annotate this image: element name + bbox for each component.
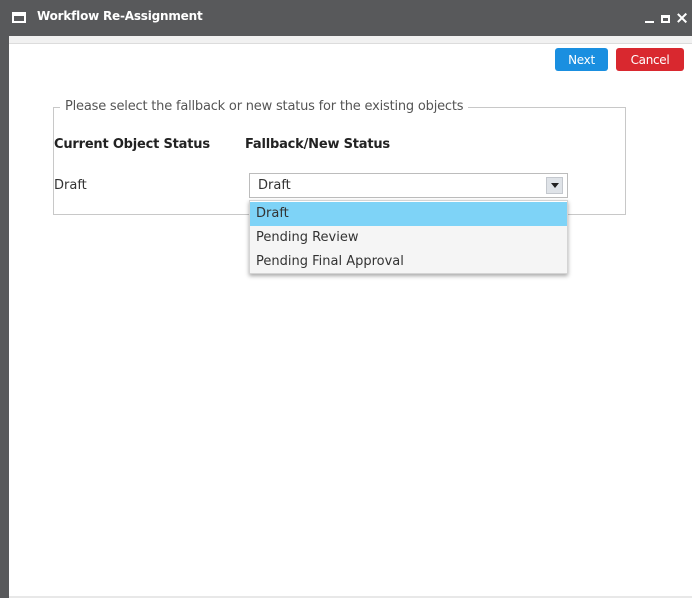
new-status-header: Fallback/New Status xyxy=(245,137,390,152)
title-bar[interactable]: Workflow Re-Assignment xyxy=(0,0,692,36)
chevron-down-icon[interactable] xyxy=(546,177,563,194)
minimize-icon[interactable] xyxy=(645,10,655,24)
toolbar-strip xyxy=(9,36,692,44)
next-button[interactable]: Next xyxy=(555,48,608,71)
status-dropdown-list: Draft Pending Review Pending Final Appro… xyxy=(249,200,568,274)
close-icon[interactable] xyxy=(676,10,688,24)
workflow-reassignment-dialog: Workflow Re-Assignment Next Cancel Pleas… xyxy=(0,0,692,598)
new-status-selected-value: Draft xyxy=(258,178,291,193)
dropdown-option-pending-final-approval[interactable]: Pending Final Approval xyxy=(250,250,567,273)
window-controls xyxy=(645,10,688,24)
current-status-value: Draft xyxy=(54,178,87,193)
window-icon xyxy=(12,12,26,23)
fieldset-legend: Please select the fallback or new status… xyxy=(60,99,469,114)
new-status-select[interactable]: Draft xyxy=(249,173,568,198)
dialog-left-border xyxy=(0,36,9,598)
maximize-icon[interactable] xyxy=(661,15,670,23)
dropdown-option-draft[interactable]: Draft xyxy=(250,202,567,226)
cancel-button[interactable]: Cancel xyxy=(616,48,684,71)
dropdown-option-pending-review[interactable]: Pending Review xyxy=(250,226,567,250)
current-status-header: Current Object Status xyxy=(54,137,210,152)
dialog-title: Workflow Re-Assignment xyxy=(37,9,203,23)
status-fieldset xyxy=(53,107,626,215)
